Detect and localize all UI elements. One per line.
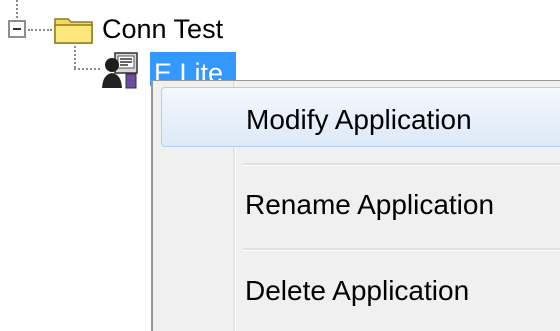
tree-connector-child-vertical — [74, 46, 76, 68]
folder-icon — [54, 18, 93, 44]
menu-item-label: Modify Application — [246, 104, 472, 135]
tree-connector-root — [28, 29, 52, 31]
menu-item-label: Rename Application — [245, 189, 495, 220]
collapse-minus-icon[interactable] — [8, 20, 26, 38]
menu-item-label: Delete Application — [245, 275, 470, 306]
menu-item-modify-application[interactable]: Modify Application — [161, 87, 560, 147]
context-menu: Modify Application Rename Application De… — [151, 80, 560, 331]
menu-separator — [243, 163, 560, 166]
menu-item-rename-application[interactable]: Rename Application — [161, 173, 560, 233]
tree-node-conn-test[interactable]: Conn Test — [102, 16, 223, 43]
menu-item-delete-application[interactable]: Delete Application — [161, 259, 560, 319]
application-user-icon — [102, 52, 138, 89]
menu-separator — [243, 248, 560, 251]
tree-connector-child — [74, 68, 100, 70]
tree-connector-vertical — [16, 0, 18, 18]
